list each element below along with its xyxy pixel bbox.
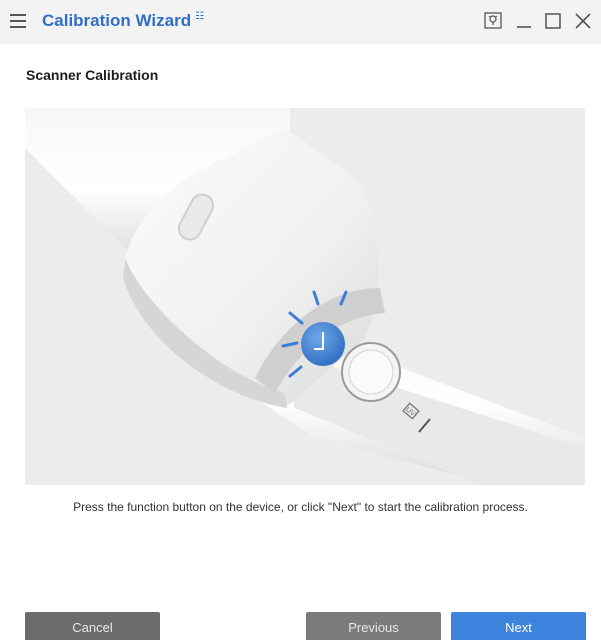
title-bar: Calibration Wizard ☷: [0, 0, 601, 44]
minimize-icon[interactable]: [511, 8, 537, 34]
next-button[interactable]: Next: [451, 612, 586, 640]
title-badge-icon: ☷: [195, 11, 205, 23]
scanner-image: UV: [25, 108, 585, 485]
help-icon[interactable]: [480, 8, 506, 34]
app-title-text: Calibration Wizard: [42, 11, 192, 30]
app-title: Calibration Wizard ☷: [42, 11, 204, 31]
cancel-button[interactable]: Cancel: [25, 612, 160, 640]
instruction-text: Press the function button on the device,…: [73, 500, 528, 514]
maximize-icon[interactable]: [540, 8, 566, 34]
previous-button[interactable]: Previous: [306, 612, 441, 640]
scanner-illustration: UV: [25, 108, 585, 485]
close-icon[interactable]: [570, 8, 596, 34]
hamburger-menu-icon[interactable]: [10, 12, 28, 30]
page-title: Scanner Calibration: [26, 67, 159, 83]
